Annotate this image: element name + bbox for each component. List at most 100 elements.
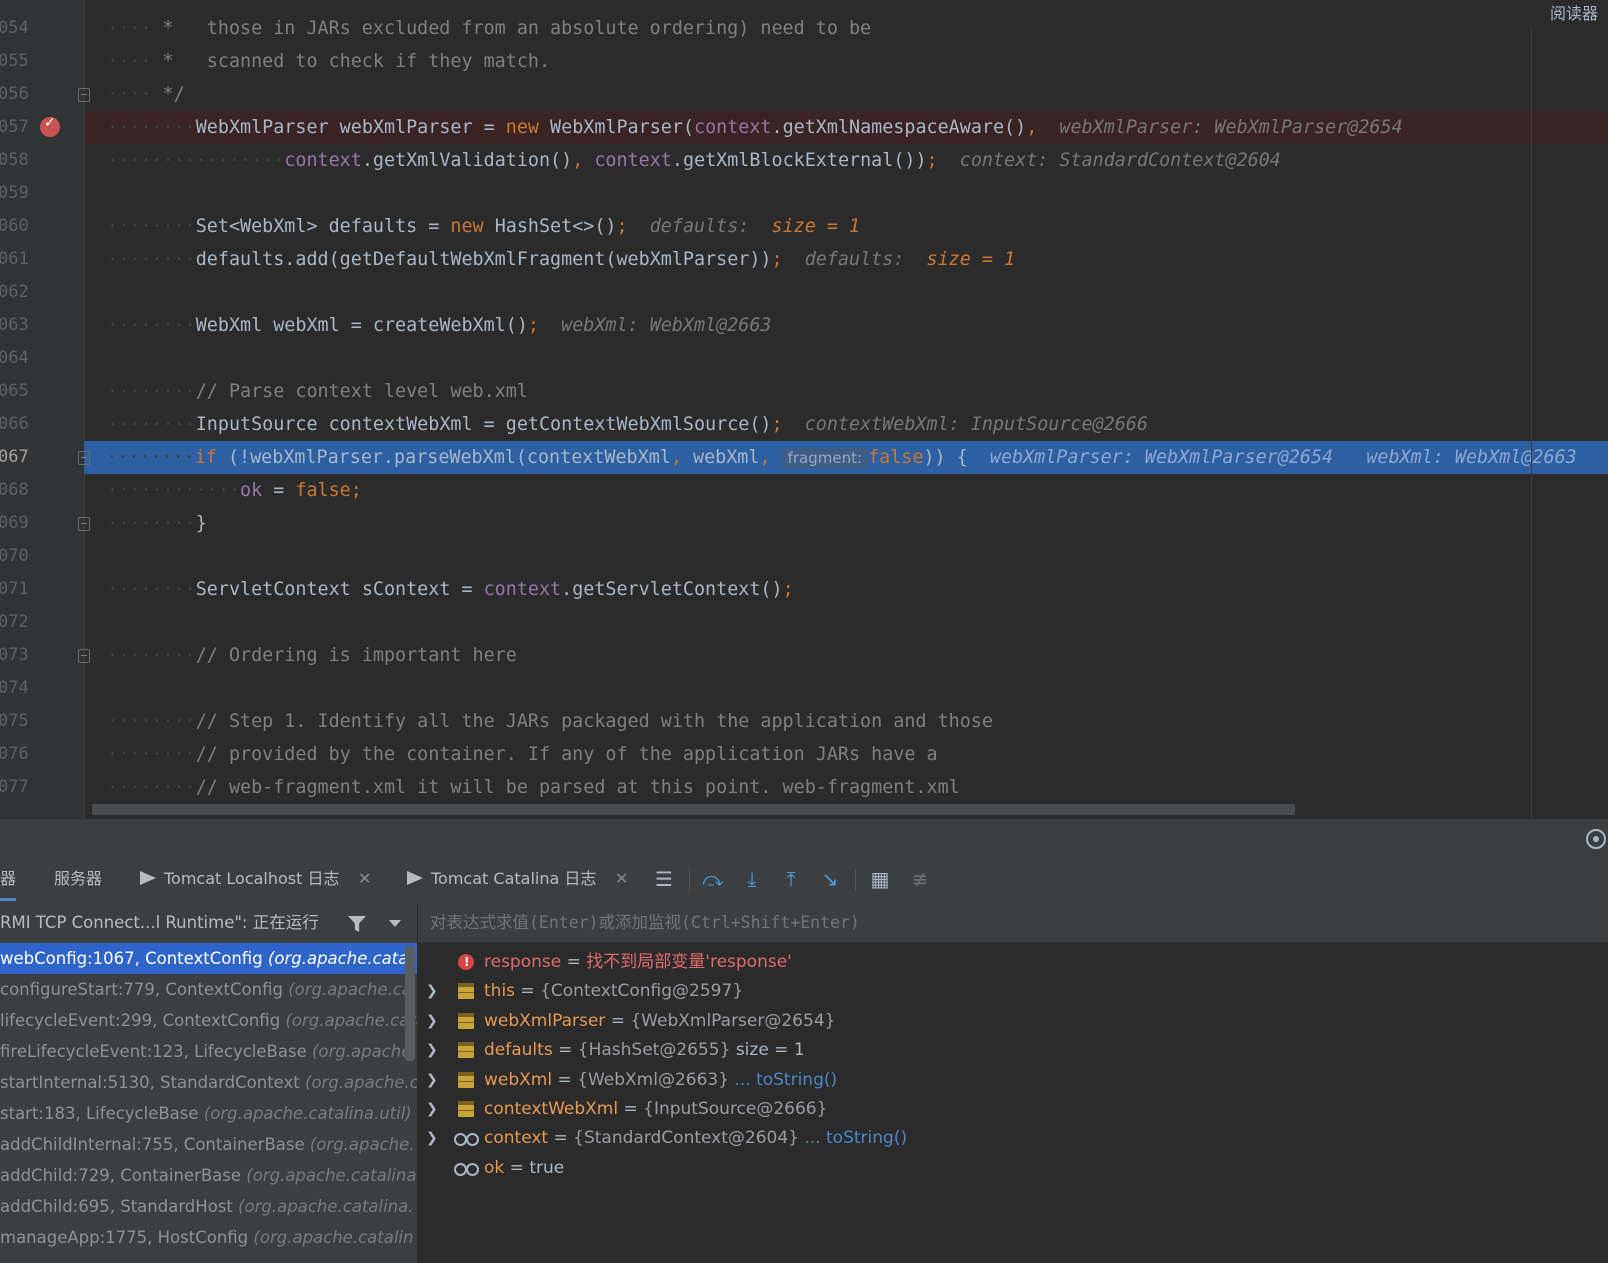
variable-row[interactable]: ❯ webXml = {WebXml@2663} ... toString() [418, 1065, 1608, 1095]
line-number[interactable]: 073 [0, 639, 38, 672]
variable-row[interactable]: ❯ context = {StandardContext@2604} ... to… [418, 1123, 1608, 1153]
evaluate-expression-input[interactable] [418, 903, 1608, 943]
line-number[interactable]: 063 [0, 309, 38, 342]
expand-icon[interactable]: ❯ [426, 1035, 438, 1065]
frames-scrollbar[interactable] [405, 946, 415, 1061]
line-number[interactable]: 066 [0, 408, 38, 441]
code-line[interactable]: ········// Parse context level web.xml [85, 375, 1608, 408]
stack-frame[interactable]: addChild:729, ContainerBase (org.apache.… [0, 1160, 418, 1191]
execution-point-line[interactable]: ········if (!webXmlParser.parseWebXml(co… [84, 441, 1608, 474]
line-number[interactable]: 075 [0, 705, 38, 738]
fold-icon[interactable] [78, 88, 90, 102]
reader-mode-button[interactable]: 阅读器 [1550, 0, 1598, 24]
line-number[interactable]: 064 [0, 342, 38, 375]
line-number[interactable]: 071 [0, 573, 38, 606]
line-number[interactable]: 058 [0, 144, 38, 177]
code-line[interactable]: ···· * those in JARs excluded from an ab… [85, 12, 1608, 45]
filter-icon[interactable] [348, 916, 366, 932]
code-line[interactable]: ········// web-fragment.xml it will be p… [85, 771, 1608, 804]
stack-frame[interactable]: configureStart:779, ContextConfig (org.a… [0, 974, 418, 1005]
variable-row[interactable]: ❯ contextWebXml = {InputSource@2666} [418, 1094, 1608, 1124]
breakpoint-icon[interactable] [40, 115, 60, 137]
variable-row[interactable]: response = 找不到局部变量'response' [418, 947, 1608, 977]
tab-tomcat-catalina-log[interactable]: Tomcat Catalina 日志 [407, 857, 596, 901]
line-number[interactable]: 062 [0, 276, 38, 309]
code-line[interactable]: ········} [85, 507, 1608, 540]
frames-icon[interactable]: ☰ [652, 867, 676, 891]
stack-frame[interactable]: manageApp:1775, HostConfig (org.apache.c… [0, 1222, 418, 1253]
code-line[interactable]: ········InputSource contextWebXml = getC… [85, 408, 1608, 441]
tab-debugger[interactable]: 器 [0, 857, 17, 901]
code-line[interactable]: ···· */ [85, 78, 1608, 111]
code-line[interactable] [85, 177, 1608, 210]
line-number[interactable]: 072 [0, 606, 38, 639]
line-number[interactable]: 055 [0, 45, 38, 78]
code-line[interactable]: ········WebXml webXml = createWebXml(); … [85, 309, 1608, 342]
expand-icon[interactable]: ❯ [426, 1123, 438, 1153]
tab-tomcat-localhost-log[interactable]: Tomcat Localhost 日志 [140, 857, 340, 901]
step-out-icon[interactable]: ⤒ [779, 867, 803, 891]
line-number[interactable]: 070 [0, 540, 38, 573]
code-line[interactable]: ········Set<WebXml> defaults = new HashS… [85, 210, 1608, 243]
line-number[interactable]: 076 [0, 738, 38, 771]
code-line[interactable] [85, 672, 1608, 705]
run-to-cursor-icon[interactable]: ↘ [818, 867, 842, 891]
stack-frame[interactable]: webConfig:1067, ContextConfig (org.apach… [0, 943, 418, 974]
code-line[interactable] [85, 276, 1608, 309]
line-number[interactable]: 057 [0, 111, 38, 144]
code-line[interactable]: ········WebXmlParser webXmlParser = new … [85, 111, 1608, 144]
code-line[interactable]: ········// provided by the container. If… [85, 738, 1608, 771]
tostring-link[interactable]: ... toString() [804, 1128, 907, 1148]
line-number[interactable]: 067 [0, 441, 38, 474]
evaluate-icon[interactable]: ▦ [868, 867, 892, 891]
fold-icon[interactable] [78, 451, 90, 465]
step-over-icon[interactable]: ⤼ [701, 867, 725, 891]
variable-row[interactable]: ❯ this = {ContextConfig@2597} [418, 976, 1608, 1006]
stack-frame[interactable]: start:183, LifecycleBase (org.apache.cat… [0, 1098, 418, 1129]
fold-icon[interactable] [78, 649, 90, 663]
code-line[interactable]: ···· * scanned to check if they match. [85, 45, 1608, 78]
line-number[interactable]: 061 [0, 243, 38, 276]
code-editor[interactable]: 054 055 056 057 058 059 060 061 062 063 064 065 066 0… [0, 0, 1608, 818]
stack-frame[interactable]: fireLifecycleEvent:123, LifecycleBase (o… [0, 1036, 418, 1067]
line-number[interactable]: 069 [0, 507, 38, 540]
line-number[interactable]: 056 [0, 78, 38, 111]
code-line[interactable] [85, 540, 1608, 573]
variable-row[interactable]: ok = true [418, 1153, 1608, 1183]
fold-icon[interactable] [78, 517, 90, 531]
layout-settings-icon[interactable] [1586, 829, 1606, 849]
code-line[interactable] [85, 606, 1608, 639]
stack-frame[interactable]: startInternal:5130, StandardContext (org… [0, 1067, 418, 1098]
code-line[interactable]: ········ServletContext sContext = contex… [85, 573, 1608, 606]
code-line[interactable]: ········defaults.add(getDefaultWebXmlFra… [85, 243, 1608, 276]
line-number[interactable]: 059 [0, 177, 38, 210]
code-line[interactable]: ············ok = false; [85, 474, 1608, 507]
chevron-down-icon[interactable] [389, 920, 401, 927]
horizontal-scrollbar[interactable] [92, 804, 1295, 815]
trace-icon[interactable]: ≢ [908, 867, 932, 891]
code-line[interactable] [85, 342, 1608, 375]
line-number[interactable]: 077 [0, 771, 38, 804]
tab-server[interactable]: 服务器 [54, 857, 102, 901]
expand-icon[interactable]: ❯ [426, 1006, 438, 1036]
code-line[interactable]: ········// Step 1. Identify all the JARs… [85, 705, 1608, 738]
expand-icon[interactable]: ❯ [426, 1094, 438, 1124]
tostring-link[interactable]: ... toString() [734, 1070, 837, 1090]
line-number[interactable]: 060 [0, 210, 38, 243]
step-into-icon[interactable]: ⤓ [740, 867, 764, 891]
stack-frame[interactable]: lifecycleEvent:299, ContextConfig (org.a… [0, 1005, 418, 1036]
stack-frame[interactable]: addChild:695, StandardHost (org.apache.c… [0, 1191, 418, 1222]
code-line[interactable]: ········// Ordering is important here [85, 639, 1608, 672]
close-icon[interactable]: ✕ [615, 869, 628, 888]
line-number[interactable]: 065 [0, 375, 38, 408]
variable-row[interactable]: ❯ defaults = {HashSet@2655} size = 1 [418, 1035, 1608, 1065]
close-icon[interactable]: ✕ [358, 869, 371, 888]
stack-frame[interactable]: addChildInternal:755, ContainerBase (org… [0, 1129, 418, 1160]
expand-icon[interactable]: ❯ [426, 1065, 438, 1095]
code-line[interactable]: ················context.getXmlValidation… [85, 144, 1608, 177]
thread-selector[interactable]: RMI TCP Connect...l Runtime": 正在运行 [0, 903, 418, 943]
variable-row[interactable]: ❯ webXmlParser = {WebXmlParser@2654} [418, 1006, 1608, 1036]
line-number[interactable]: 068 [0, 474, 38, 507]
expand-icon[interactable]: ❯ [426, 976, 438, 1006]
line-number[interactable]: 054 [0, 12, 38, 45]
